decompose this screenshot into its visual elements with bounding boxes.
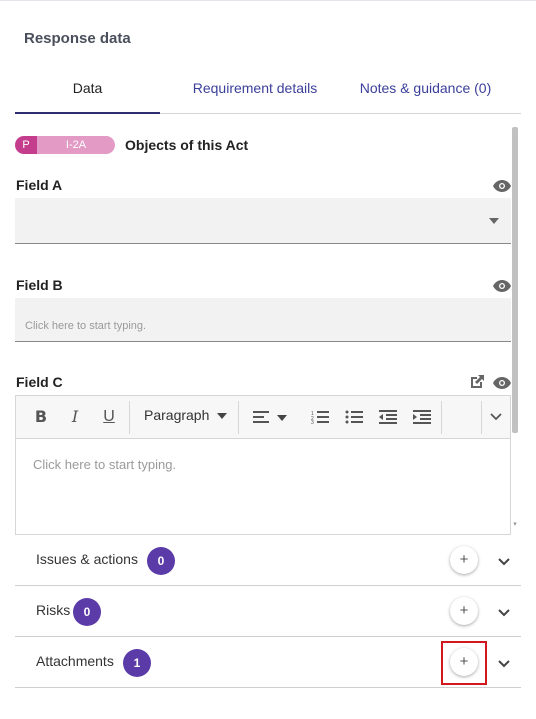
field-b-label: Field B (16, 277, 63, 293)
risks-label: Risks (36, 602, 71, 618)
chevron-down-icon[interactable] (497, 657, 511, 671)
tab-bar: Data Requirement details Notes & guidanc… (15, 66, 521, 114)
eye-icon[interactable] (493, 180, 511, 192)
toolbar-more-chevron-icon[interactable] (484, 406, 508, 428)
paragraph-format-label: Paragraph (144, 407, 210, 423)
form-scroll-area: P I-2A Objects of this Act Field A Field… (15, 115, 521, 535)
field-a-select[interactable] (15, 198, 511, 244)
scroll-thumb[interactable] (512, 127, 518, 433)
svg-text:3: 3 (311, 420, 314, 424)
chevron-down-icon[interactable] (497, 606, 511, 620)
underline-icon[interactable]: U (98, 406, 120, 428)
align-left-icon[interactable] (250, 406, 292, 428)
caret-down-icon (217, 413, 228, 420)
indent-icon[interactable] (410, 406, 434, 428)
field-b-placeholder: Click here to start typing. (25, 320, 147, 332)
risks-count-badge: 0 (73, 598, 101, 626)
eye-icon[interactable] (493, 377, 511, 389)
ordered-list-icon[interactable]: 123 (308, 406, 332, 428)
field-b-input[interactable]: Click here to start typing. (15, 298, 511, 342)
tab-notes-guidance[interactable]: Notes & guidance (0) (350, 66, 501, 114)
field-a-label: Field A (16, 177, 63, 193)
add-risk-button[interactable]: + (450, 597, 478, 625)
requirement-id-badge: I-2A (37, 136, 115, 154)
add-issue-button[interactable]: + (450, 546, 478, 574)
bullet-list-icon[interactable] (342, 406, 366, 428)
caret-down-icon (489, 218, 499, 224)
field-c-rich-editor: B I U Paragraph 123 Click here to start … (15, 395, 511, 535)
highlight-box (441, 641, 487, 685)
toolbar-divider (129, 401, 130, 434)
top-divider (0, 0, 536, 1)
editor-toolbar: B I U Paragraph 123 (16, 396, 510, 439)
tab-data[interactable]: Data (15, 66, 160, 114)
field-c-placeholder: Click here to start typing. (33, 457, 177, 472)
toolbar-divider (238, 401, 239, 434)
requirement-type-badge: P (15, 136, 37, 154)
requirement-header: P I-2A Objects of this Act (15, 135, 248, 155)
eye-icon[interactable] (493, 280, 511, 292)
issues-actions-section[interactable]: Issues & actions 0 + (15, 535, 521, 586)
outdent-icon[interactable] (376, 406, 400, 428)
panel-title: Response data (24, 30, 131, 47)
paragraph-format-select[interactable]: Paragraph (144, 407, 228, 423)
attachments-label: Attachments (36, 653, 114, 669)
external-link-icon[interactable] (469, 374, 485, 390)
toolbar-divider (481, 401, 482, 434)
chevron-down-icon[interactable] (497, 555, 511, 569)
issues-actions-count-badge: 0 (147, 547, 175, 575)
scroll-down-arrow-icon[interactable]: ▾ (511, 521, 519, 529)
bold-icon[interactable]: B (30, 406, 52, 428)
field-c-label: Field C (16, 374, 63, 390)
issues-actions-label: Issues & actions (36, 551, 138, 567)
toolbar-divider (441, 401, 442, 434)
risks-section[interactable]: Risks 0 + (15, 586, 521, 637)
tab-requirement-details[interactable]: Requirement details (180, 66, 330, 114)
italic-icon[interactable]: I (64, 406, 86, 428)
scrollbar[interactable]: ▾ (511, 123, 519, 531)
requirement-title: Objects of this Act (125, 137, 249, 153)
attachments-count-badge: 1 (123, 649, 151, 677)
